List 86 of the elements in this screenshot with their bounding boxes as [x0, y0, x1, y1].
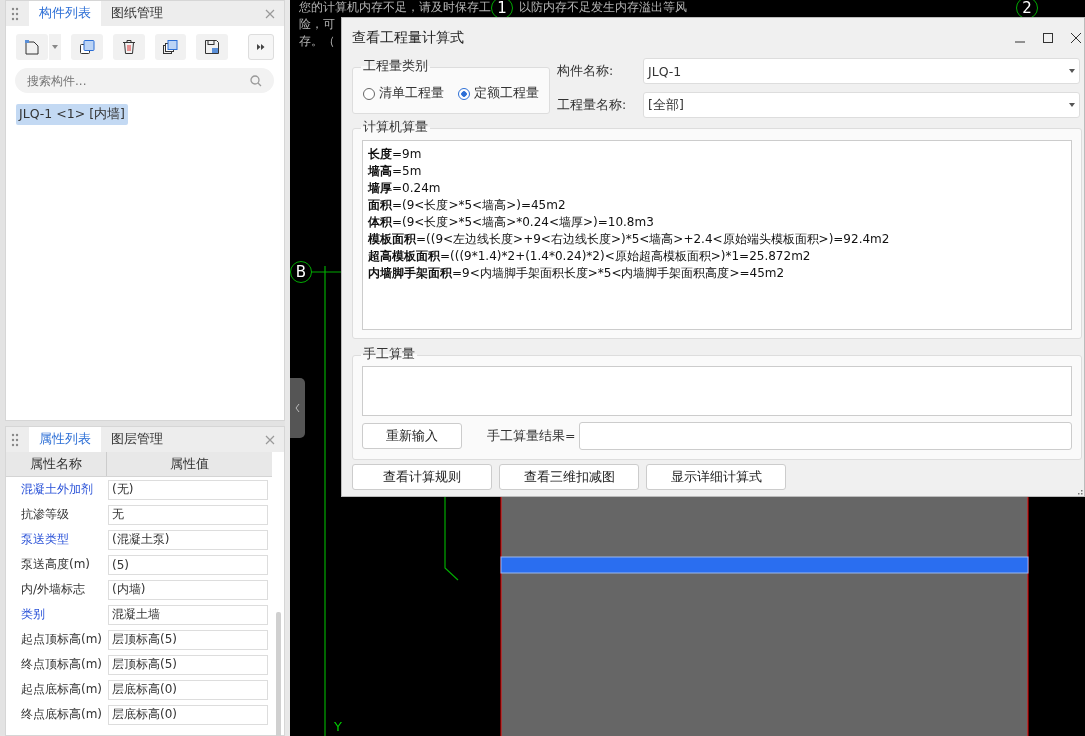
- axis-name: Y: [334, 719, 342, 734]
- formula-line: 墙高=5m: [368, 163, 422, 180]
- column-header: 属性值: [169, 454, 210, 473]
- property-value-field[interactable]: 混凝土墙: [108, 604, 268, 625]
- copy-layers-button[interactable]: [154, 34, 187, 60]
- dialog-title: 查看工程量计算式: [352, 29, 464, 47]
- group-label: 工程量类别: [361, 59, 430, 73]
- maximize-icon[interactable]: [1042, 32, 1054, 44]
- caret-icon: [52, 45, 58, 49]
- panel-tab[interactable]: 图纸管理: [101, 1, 173, 26]
- property-value-field[interactable]: 无: [108, 504, 268, 525]
- field-label: 工程量名称:: [557, 96, 628, 114]
- drag-handle-icon[interactable]: [11, 432, 19, 447]
- new-file-icon: [24, 39, 40, 55]
- dialog-button[interactable]: 查看计算规则: [352, 464, 492, 490]
- chevron-left-icon: [295, 404, 300, 412]
- formula-line: 体积=(9<长度>*5<墙高>*0.24<墙厚>)=10.8m3: [368, 214, 654, 231]
- copy-icon: [78, 39, 95, 55]
- property-name: 起点底标高(m): [20, 681, 104, 698]
- property-value-field[interactable]: (无): [108, 479, 268, 500]
- dropdown-field[interactable]: JLQ-1: [643, 58, 1080, 84]
- property-name: 终点底标高(m): [20, 706, 104, 723]
- trash-icon: [120, 39, 137, 55]
- formula-line: 墙厚=0.24m: [368, 180, 441, 197]
- property-value-field[interactable]: 层顶标高(5): [108, 629, 268, 650]
- copy-button[interactable]: [71, 34, 103, 60]
- memory-warning-text: 存。（: [299, 33, 335, 50]
- caret-icon: [1069, 69, 1075, 73]
- radio-option[interactable]: 定额工程量: [458, 85, 539, 102]
- scrollbar[interactable]: [276, 612, 281, 736]
- dropdown-field[interactable]: [全部]: [643, 92, 1080, 118]
- property-value-field[interactable]: 层底标高(0): [108, 704, 268, 725]
- dialog-button[interactable]: 查看三维扣减图: [499, 464, 639, 490]
- collapse-handle[interactable]: [290, 378, 305, 438]
- panel-tab[interactable]: 构件列表: [29, 1, 101, 26]
- group-label: 计算机算量: [361, 120, 430, 134]
- dropdown-button[interactable]: [49, 34, 61, 60]
- group-label: 手工算量: [361, 347, 417, 361]
- radio-label: 清单工程量: [379, 85, 444, 102]
- fast-forward-icon: [257, 44, 266, 50]
- search-field[interactable]: 搜索构件...: [15, 68, 274, 93]
- drag-handle-icon[interactable]: [11, 6, 19, 21]
- property-name: 终点顶标高(m): [20, 656, 104, 673]
- property-name: 类别: [20, 606, 46, 623]
- save-icon: [204, 39, 221, 55]
- resize-grip-icon[interactable]: [1078, 490, 1083, 495]
- radio-option[interactable]: 清单工程量: [363, 85, 444, 102]
- formula-line: 长度=9m: [368, 146, 422, 163]
- selected-wall-bar[interactable]: [500, 556, 1029, 574]
- field-label: 构件名称:: [557, 62, 615, 80]
- property-value-field[interactable]: (内墙): [108, 579, 268, 600]
- property-value-field[interactable]: (5): [108, 554, 268, 575]
- reset-button[interactable]: 重新输入: [362, 423, 462, 449]
- result-label: 手工算量结果=: [487, 427, 576, 445]
- caret-icon: [1069, 103, 1075, 107]
- panel-tab[interactable]: 属性列表: [29, 427, 101, 452]
- formula-line: 模板面积=((9<左边线长度>+9<右边线长度>)*5<墙高>+2.4<原始端头模板面积>)=92.4m2: [368, 231, 890, 248]
- property-name: 泵送类型: [20, 531, 70, 548]
- dialog-button[interactable]: 显示详细计算式: [646, 464, 786, 490]
- stack-icon: [162, 39, 179, 55]
- property-value-field[interactable]: 层顶标高(5): [108, 654, 268, 675]
- property-name: 抗渗等级: [20, 506, 70, 523]
- radio-label: 定额工程量: [474, 85, 539, 102]
- panel-tab[interactable]: 图层管理: [101, 427, 173, 452]
- save-button[interactable]: [196, 34, 229, 60]
- close-icon[interactable]: [1070, 32, 1082, 44]
- result-field[interactable]: [579, 422, 1072, 450]
- memory-warning-text: 险，可: [299, 16, 335, 33]
- property-value-field[interactable]: 层底标高(0): [108, 679, 268, 700]
- property-name: 泵送高度(m): [20, 556, 92, 573]
- new-button[interactable]: [16, 34, 48, 60]
- memory-warning-text: 以防内存不足发生内存溢出等风: [519, 0, 687, 16]
- property-name: 内/外墙标志: [20, 581, 87, 598]
- formula-line: 超高模板面积=(((9*1.4)*2+(1.4*0.24)*2)<原始超高模板面积>)*1=25.872m2: [368, 248, 811, 265]
- more-button[interactable]: [248, 34, 275, 60]
- formula-line: 内墙脚手架面积=9<内墙脚手架面积长度>*5<内墙脚手架面积高度>=45m2: [368, 265, 785, 282]
- search-icon: [250, 75, 262, 87]
- manual-input-area[interactable]: [362, 366, 1072, 416]
- delete-button[interactable]: [112, 34, 145, 60]
- column-header: 属性名称: [6, 452, 107, 476]
- property-name: 混凝土外加剂: [20, 481, 94, 498]
- property-name: 起点顶标高(m): [20, 631, 104, 648]
- component-item[interactable]: JLQ-1 <1> [内墙]: [16, 104, 128, 125]
- memory-warning-text: 您的计算机内存不足，请及时保存工: [299, 0, 491, 16]
- property-value-field[interactable]: (混凝土泵): [108, 529, 268, 550]
- formula-line: 面积=(9<长度>*5<墙高>)=45m2: [368, 197, 566, 214]
